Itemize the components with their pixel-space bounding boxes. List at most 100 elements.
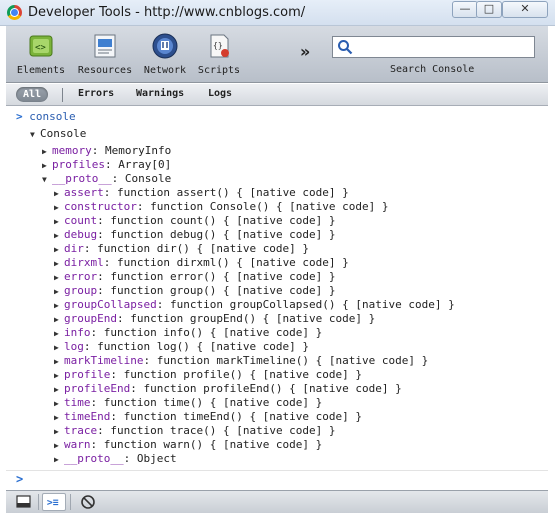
close-button[interactable]: ✕ (502, 1, 548, 18)
tab-scripts-label: Scripts (197, 65, 241, 76)
collapsed-triangle-icon[interactable]: ▶ (54, 299, 64, 313)
collapsed-triangle-icon[interactable]: ▶ (54, 439, 64, 453)
property-separator: : (103, 186, 117, 199)
search-icon (338, 40, 353, 55)
property-key: assert (64, 186, 104, 199)
property-separator: : (91, 144, 105, 157)
console-property-row[interactable]: ▶ count: function count() { [native code]… (54, 214, 336, 228)
property-separator: : (97, 284, 111, 297)
property-key: dirxml (64, 256, 104, 269)
tab-scripts[interactable]: {} Scripts (196, 28, 242, 80)
property-key: __proto__ (64, 452, 124, 465)
property-key: memory (52, 144, 92, 157)
console-command-line: > console (16, 110, 76, 124)
tab-resources-label: Resources (77, 65, 133, 76)
console-property-row[interactable]: ▶ constructor: function Console() { [nati… (54, 200, 389, 214)
collapsed-triangle-icon[interactable]: ▶ (54, 425, 64, 439)
console-input-row[interactable]: > (6, 470, 548, 490)
property-value: function log() { [native code] } (97, 340, 310, 353)
property-key: groupEnd (64, 312, 117, 325)
search-console-label: Search Console (390, 64, 475, 75)
collapsed-triangle-icon[interactable]: ▶ (54, 187, 64, 201)
collapsed-triangle-icon[interactable]: ▶ (54, 313, 64, 327)
collapsed-triangle-icon[interactable]: ▶ (54, 369, 64, 383)
dock-to-main-window-icon[interactable] (12, 493, 36, 511)
console-property-row[interactable]: ▶ error: function error() { [native code]… (54, 270, 336, 284)
maximize-button[interactable]: □ (476, 1, 502, 18)
console-object-row[interactable]: ▼ Console (30, 127, 86, 141)
property-key: groupCollapsed (64, 298, 157, 311)
collapsed-triangle-icon[interactable]: ▶ (54, 285, 64, 299)
clear-console-icon[interactable] (76, 493, 100, 511)
console-property-row[interactable]: ▶ trace: function trace() { [native code]… (54, 424, 336, 438)
collapsed-triangle-icon[interactable]: ▶ (54, 229, 64, 243)
search-console-input[interactable] (355, 38, 531, 56)
collapsed-triangle-icon[interactable]: ▶ (54, 257, 64, 271)
collapsed-triangle-icon[interactable]: ▶ (54, 243, 64, 257)
minimize-button[interactable]: — (452, 1, 478, 18)
collapsed-triangle-icon[interactable]: ▶ (54, 383, 64, 397)
expanded-triangle-icon[interactable]: ▼ (42, 173, 52, 187)
window-titlebar: Developer Tools - http://www.cnblogs.com… (0, 0, 555, 26)
collapsed-triangle-icon[interactable]: ▶ (54, 327, 64, 341)
tab-elements[interactable]: <> Elements (14, 28, 68, 80)
property-value: function groupEnd() { [native code] } (130, 312, 376, 325)
property-separator: : (110, 410, 124, 423)
status-divider (38, 494, 39, 510)
property-separator: : (103, 256, 117, 269)
tab-elements-label: Elements (16, 65, 66, 76)
window-title: Developer Tools - http://www.cnblogs.com… (28, 5, 306, 20)
more-tabs-button[interactable]: » (300, 42, 310, 61)
collapsed-triangle-icon[interactable]: ▶ (54, 271, 64, 285)
property-key: profileEnd (64, 382, 131, 395)
console-property-row[interactable]: ▼ __proto__: Console (42, 172, 171, 186)
collapsed-triangle-icon[interactable]: ▶ (42, 159, 52, 173)
tab-network[interactable]: Network (140, 28, 190, 80)
console-property-row[interactable]: ▶ time: function time() { [native code] } (54, 396, 322, 410)
console-toggle-icon[interactable]: >≡ (42, 493, 66, 511)
property-key: log (64, 340, 84, 353)
console-property-row[interactable]: ▶ profiles: Array[0] (42, 158, 171, 172)
property-key: dir (64, 242, 84, 255)
console-property-row[interactable]: ▶ info: function info() { [native code] } (54, 326, 322, 340)
console-property-row[interactable]: ▶ dir: function dir() { [native code] } (54, 242, 309, 256)
console-property-row[interactable]: ▶ warn: function warn() { [native code] } (54, 438, 322, 452)
console-property-row[interactable]: ▶ dirxml: function dirxml() { [native cod… (54, 256, 349, 270)
property-key: debug (64, 228, 98, 241)
search-console-box[interactable] (332, 36, 535, 58)
property-value: function error() { [native code] } (110, 270, 336, 283)
filter-warnings[interactable]: Warnings (136, 88, 184, 99)
input-prompt-chevron-icon: > (16, 472, 24, 486)
collapsed-triangle-icon[interactable]: ▶ (54, 355, 64, 369)
collapsed-triangle-icon[interactable]: ▶ (54, 397, 64, 411)
console-property-row[interactable]: ▶ groupCollapsed: function groupCollapsed… (54, 298, 455, 312)
elements-icon: <> (29, 35, 53, 57)
collapsed-triangle-icon[interactable]: ▶ (54, 411, 64, 425)
console-property-row[interactable]: ▶ profile: function profile() { [native c… (54, 368, 362, 382)
collapsed-triangle-icon[interactable]: ▶ (54, 453, 64, 467)
console-property-row[interactable]: ▶ debug: function debug() { [native code]… (54, 228, 336, 242)
console-output: > console ▼ Console ▶ memory: MemoryInfo ▶ p… (6, 106, 548, 490)
filter-errors[interactable]: Errors (78, 88, 114, 99)
console-property-row[interactable]: ▶ timeEnd: function timeEnd() { [native c… (54, 410, 362, 424)
resources-icon (94, 34, 116, 58)
property-value: function group() { [native code] } (110, 284, 336, 297)
console-property-row[interactable]: ▶ groupEnd: function groupEnd() { [native… (54, 312, 375, 326)
collapsed-triangle-icon[interactable]: ▶ (42, 145, 52, 159)
property-value: function dirxml() { [native code] } (117, 256, 349, 269)
filter-all[interactable]: All (16, 87, 48, 102)
collapsed-triangle-icon[interactable]: ▶ (54, 215, 64, 229)
property-separator: : (156, 298, 170, 311)
console-property-row[interactable]: ▶ log: function log() { [native code] } (54, 340, 309, 354)
console-property-row[interactable]: ▶ __proto__: Object (54, 452, 177, 466)
console-property-row[interactable]: ▶ assert: function assert() { [native cod… (54, 186, 349, 200)
collapsed-triangle-icon[interactable]: ▶ (54, 201, 64, 215)
console-property-row[interactable]: ▶ profileEnd: function profileEnd() { [na… (54, 382, 402, 396)
property-separator: : (111, 172, 125, 185)
tab-resources[interactable]: Resources (76, 28, 134, 80)
console-property-row[interactable]: ▶ memory: MemoryInfo (42, 144, 171, 158)
collapsed-triangle-icon[interactable]: ▶ (54, 341, 64, 355)
console-property-row[interactable]: ▶ markTimeline: function markTimeline() {… (54, 354, 428, 368)
filter-logs[interactable]: Logs (208, 88, 232, 99)
console-property-row[interactable]: ▶ group: function group() { [native code]… (54, 284, 336, 298)
